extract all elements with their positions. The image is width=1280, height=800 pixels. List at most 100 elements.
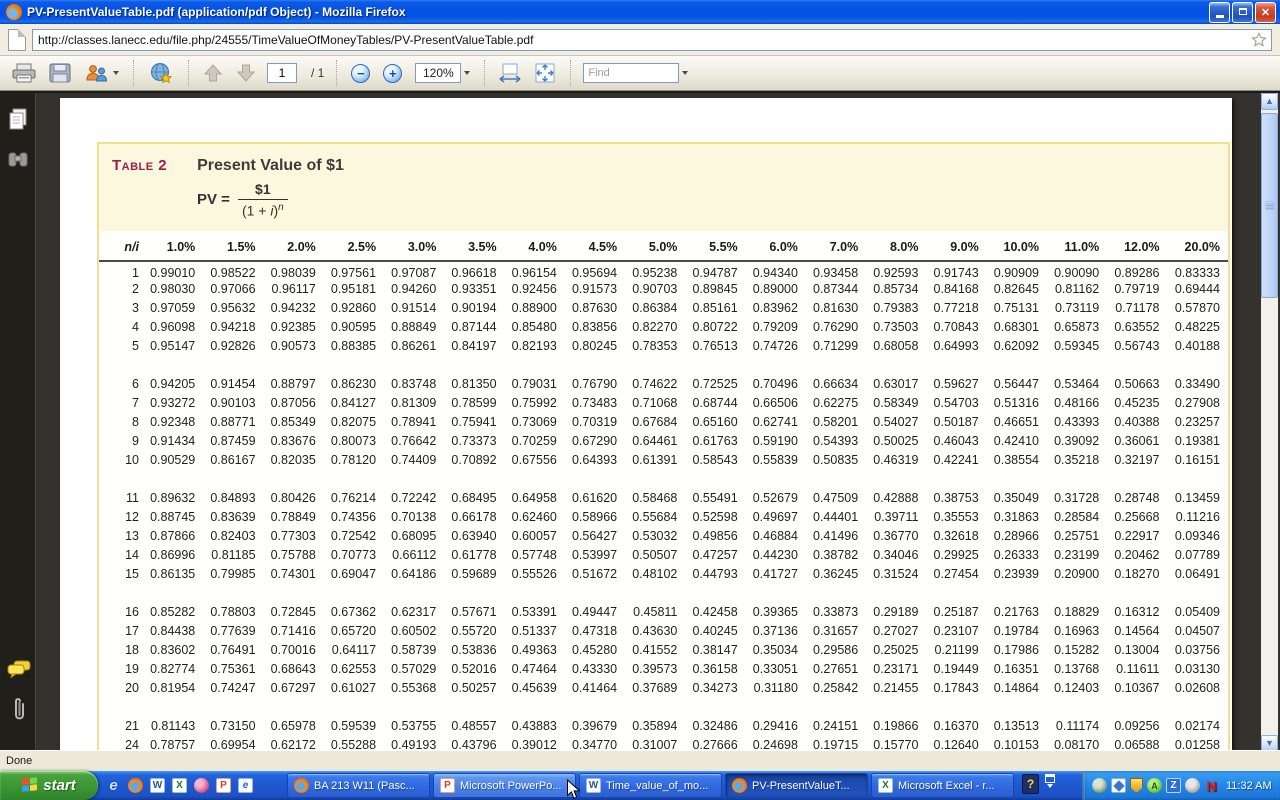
pv-cell: 0.21455 (866, 679, 926, 698)
pv-cell: 0.76290 (806, 318, 866, 337)
pv-cell: 0.29416 (746, 717, 806, 736)
fit-width-button[interactable] (497, 59, 523, 87)
scrollbar-thumb[interactable] (1261, 113, 1278, 298)
pv-cell: 0.62092 (987, 337, 1047, 356)
pv-cell: 0.33490 (1168, 375, 1228, 394)
table-row: 110.896320.848930.804260.762140.722420.6… (99, 489, 1228, 508)
pv-cell: 0.46319 (866, 451, 926, 470)
zoom-level-value: 120% (415, 63, 461, 83)
pv-cell: 0.17843 (926, 679, 986, 698)
bookmarks-panel-icon[interactable] (7, 149, 29, 169)
table-row: 160.852820.788030.728450.673620.623170.5… (99, 603, 1228, 622)
table-row: 60.942050.914540.887970.862300.837480.81… (99, 375, 1228, 394)
zicon-tray-icon[interactable] (1166, 778, 1181, 793)
pv-cell: 0.83748 (384, 375, 444, 394)
zoom-in-button[interactable]: + (381, 59, 404, 87)
vertical-scrollbar[interactable]: ▲ ▼ (1261, 93, 1278, 750)
mouse-cursor (566, 779, 581, 800)
shield-tray-icon[interactable] (1130, 778, 1143, 793)
pv-cell: 0.97087 (384, 261, 444, 280)
excel-quicklaunch-icon[interactable] (172, 778, 187, 793)
zoom-out-button[interactable]: − (349, 59, 372, 87)
pv-cell: 0.26333 (987, 546, 1047, 565)
next-page-button[interactable] (234, 59, 258, 87)
taskbar-button[interactable]: Microsoft PowerPo... (433, 773, 576, 798)
pv-cell: 0.67556 (505, 451, 565, 470)
zoom-level-select[interactable]: 120% (413, 59, 472, 87)
pv-cell: 0.65720 (324, 622, 384, 641)
access-quicklaunch-icon[interactable] (194, 778, 209, 793)
restore-button[interactable] (1232, 2, 1253, 23)
pv-cell: 0.39679 (565, 717, 625, 736)
group-spacer (99, 584, 1228, 603)
pv-cell: 0.80245 (565, 337, 625, 356)
bookmark-star-icon[interactable] (1251, 32, 1267, 48)
outlook-quicklaunch-icon[interactable] (238, 778, 253, 793)
table-header-band: Table 2 Present Value of $1 PV = $1 (1 +… (99, 144, 1228, 231)
start-button[interactable]: start (0, 771, 98, 800)
pv-cell: 0.35049 (987, 489, 1047, 508)
scroll-up-arrow[interactable]: ▲ (1261, 93, 1278, 110)
pv-cell: 0.73150 (203, 717, 263, 736)
pv-cell: 0.32618 (926, 527, 986, 546)
taskbar-button[interactable]: Microsoft Excel - r... (871, 773, 1014, 798)
pv-cell: 0.47257 (685, 546, 745, 565)
pv-cell: 0.78803 (203, 603, 263, 622)
taskbar-button[interactable]: PV-PresentValueT... (725, 773, 868, 798)
taskbar-button[interactable]: Time_value_of_mo... (579, 773, 722, 798)
scroll-down-arrow[interactable]: ▼ (1261, 735, 1278, 750)
hidden-icons-toggle[interactable] (1045, 774, 1055, 788)
comments-panel-icon[interactable] (7, 660, 31, 678)
nnet-tray-icon[interactable] (1111, 778, 1126, 793)
minimize-button[interactable] (1209, 2, 1230, 23)
pv-cell: 0.34046 (866, 546, 926, 565)
help-tray-icon[interactable]: ? (1022, 774, 1039, 794)
print-button[interactable] (10, 59, 38, 87)
column-header: 4.5% (565, 231, 625, 261)
firefox-icon (732, 778, 747, 793)
column-header: n/i (99, 231, 143, 261)
pv-cell: 0.82270 (625, 318, 685, 337)
pv-cell: 0.64993 (926, 337, 986, 356)
url-input[interactable] (32, 29, 1272, 51)
pv-cell: 0.37136 (746, 622, 806, 641)
fit-page-button[interactable] (532, 59, 558, 87)
close-button[interactable]: ✕ (1255, 2, 1276, 23)
word-quicklaunch-icon[interactable] (150, 778, 165, 793)
save-button[interactable] (47, 59, 73, 87)
agent-tray-icon[interactable] (1147, 778, 1162, 793)
nglobe-tray-icon[interactable] (1092, 778, 1107, 793)
table-row: 40.960980.942180.923850.905950.888490.87… (99, 318, 1228, 337)
toolbar-separator (133, 60, 134, 86)
period-cell: 12 (99, 508, 143, 527)
pv-cell: 0.70138 (384, 508, 444, 527)
page-number-input[interactable] (267, 63, 297, 83)
pv-cell: 0.44230 (746, 546, 806, 565)
pv-cell: 0.05409 (1168, 603, 1228, 622)
pv-cell: 0.32486 (685, 717, 745, 736)
collaborate-button[interactable] (82, 59, 121, 87)
period-cell: 19 (99, 660, 143, 679)
find-input[interactable] (583, 63, 679, 83)
powerpoint-quicklaunch-icon[interactable] (216, 778, 231, 793)
period-cell: 13 (99, 527, 143, 546)
taskbar-button[interactable]: BA 213 W11 (Pasc... (287, 773, 430, 798)
previous-page-button[interactable] (201, 59, 225, 87)
attachments-panel-icon[interactable] (7, 696, 27, 722)
pv-cell: 0.97059 (143, 299, 203, 318)
pv-cell: 0.68058 (866, 337, 926, 356)
gw-tray-icon[interactable] (1185, 778, 1200, 793)
novell-tray-icon[interactable] (1204, 778, 1219, 793)
pv-cell: 0.94232 (264, 299, 324, 318)
pages-panel-icon[interactable] (7, 107, 29, 131)
pv-cell: 0.31524 (866, 565, 926, 584)
pv-cell: 0.74726 (746, 337, 806, 356)
firefox-quicklaunch-icon[interactable] (128, 778, 143, 793)
period-cell: 10 (99, 451, 143, 470)
pv-cell: 0.80073 (324, 432, 384, 451)
share-button[interactable] (146, 59, 176, 87)
pv-cell: 0.73483 (565, 394, 625, 413)
ie-quicklaunch-icon[interactable] (106, 778, 121, 793)
pv-table-container: Table 2 Present Value of $1 PV = $1 (1 +… (97, 142, 1230, 750)
pv-cell: 0.74356 (324, 508, 384, 527)
